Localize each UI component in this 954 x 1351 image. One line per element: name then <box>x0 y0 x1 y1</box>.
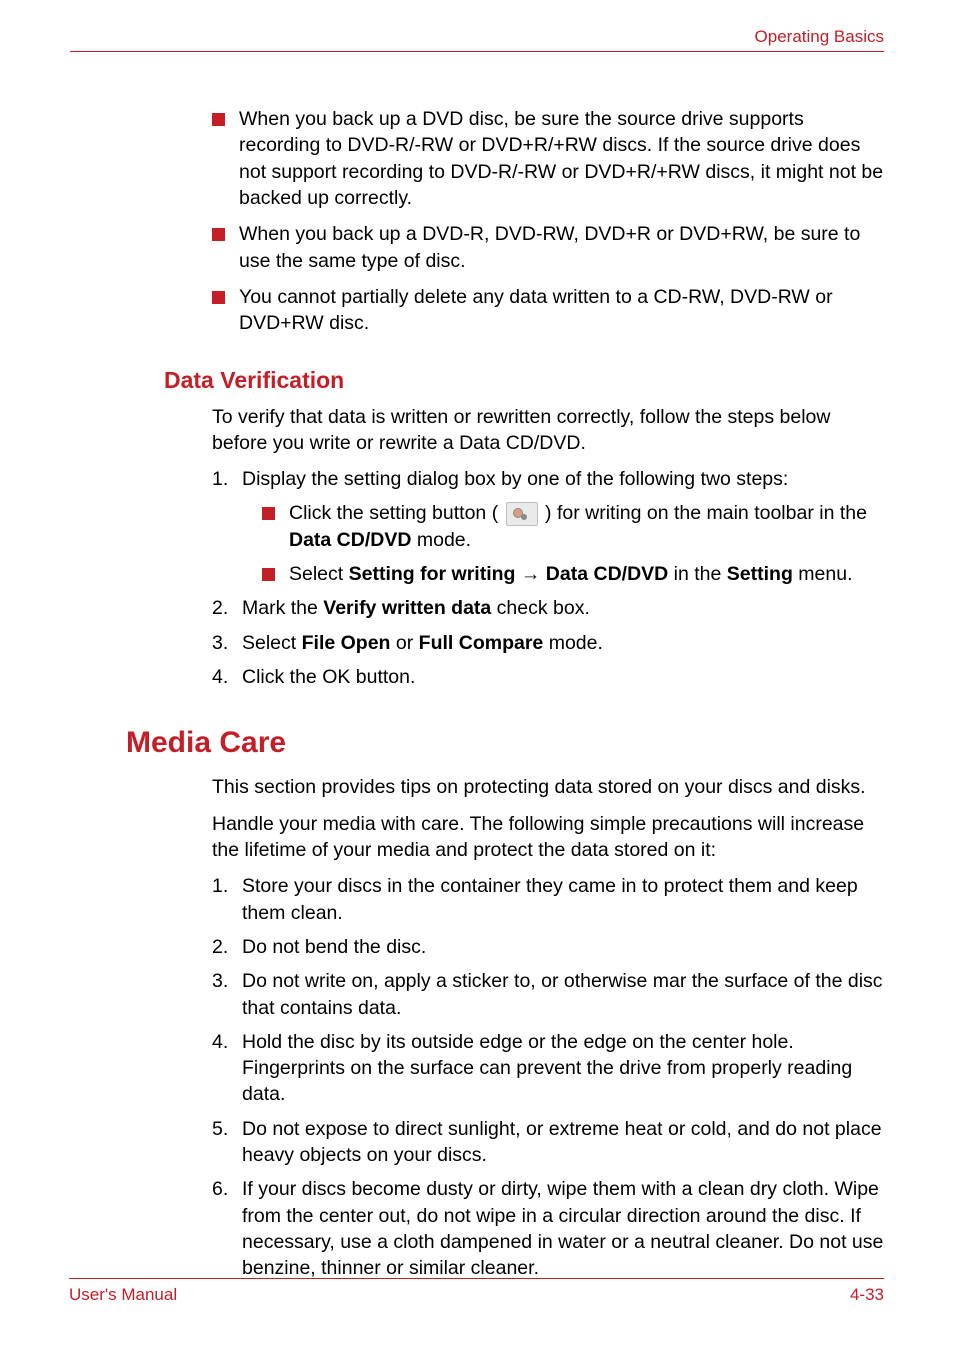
media-care-steps: 1. Store your discs in the container the… <box>212 873 884 1281</box>
sub-bullet-list: Click the setting button ( ) for writing… <box>262 500 884 587</box>
text-fragment: Click the setting button ( <box>289 502 498 524</box>
footer-page-number: 4-33 <box>850 1285 884 1305</box>
text-bold: Data CD/DVD <box>546 563 668 585</box>
data-verification-intro: To verify that data is written or rewrit… <box>212 404 884 457</box>
list-item: 3. Select File Open or Full Compare mode… <box>212 630 884 656</box>
list-item: 2. Mark the Verify written data check bo… <box>212 595 884 621</box>
bullet-icon <box>212 113 225 126</box>
text-fragment: menu. <box>793 563 853 585</box>
list-item: When you back up a DVD-R, DVD-RW, DVD+R … <box>212 221 884 274</box>
header-section-name: Operating Basics <box>755 27 884 47</box>
text-fragment: Select <box>289 563 349 585</box>
data-verification-steps: 1. Display the setting dialog box by one… <box>212 466 884 492</box>
heading-media-care: Media Care <box>126 726 884 760</box>
list-item: 5. Do not expose to direct sunlight, or … <box>212 1116 884 1169</box>
bullet-icon <box>262 507 275 520</box>
list-text: Do not bend the disc. <box>242 934 884 960</box>
list-text: Hold the disc by its outside edge or the… <box>242 1029 884 1108</box>
bullet-text: When you back up a DVD disc, be sure the… <box>239 106 884 211</box>
media-care-p1: This section provides tips on protecting… <box>212 774 884 800</box>
list-number: 1. <box>212 466 242 492</box>
list-number: 6. <box>212 1176 242 1281</box>
list-text: Mark the Verify written data check box. <box>242 595 884 621</box>
data-verification-steps-cont: 2. Mark the Verify written data check bo… <box>212 595 884 690</box>
list-number: 5. <box>212 1116 242 1169</box>
page-header: Operating Basics <box>70 27 884 52</box>
text-fragment: mode. <box>411 529 471 551</box>
list-item: 4. Hold the disc by its outside edge or … <box>212 1029 884 1108</box>
text-bold: Verify written data <box>323 597 491 619</box>
top-bullet-list: When you back up a DVD disc, be sure the… <box>212 106 884 337</box>
list-item: Select Setting for writing → Data CD/DVD… <box>262 561 884 587</box>
arrow-icon: → <box>521 563 541 585</box>
bullet-icon <box>212 291 225 304</box>
list-item: You cannot partially delete any data wri… <box>212 284 884 337</box>
list-number: 3. <box>212 968 242 1021</box>
list-text: If your discs become dusty or dirty, wip… <box>242 1176 884 1281</box>
list-text: Do not write on, apply a sticker to, or … <box>242 968 884 1021</box>
list-item: Click the setting button ( ) for writing… <box>262 500 884 553</box>
bullet-text: When you back up a DVD-R, DVD-RW, DVD+R … <box>239 221 884 274</box>
list-text: Store your discs in the container they c… <box>242 873 884 926</box>
list-item: 2. Do not bend the disc. <box>212 934 884 960</box>
list-item: 4. Click the OK button. <box>212 664 884 690</box>
page-footer: User's Manual 4-33 <box>69 1278 884 1305</box>
text-fragment: ) for writing on the main toolbar in the <box>545 502 867 524</box>
list-text: Do not expose to direct sunlight, or ext… <box>242 1116 884 1169</box>
list-number: 2. <box>212 595 242 621</box>
bullet-text: Click the setting button ( ) for writing… <box>289 500 884 553</box>
text-bold: Setting for writing <box>349 563 516 585</box>
bullet-text: Select Setting for writing → Data CD/DVD… <box>289 561 884 587</box>
bullet-icon <box>212 228 225 241</box>
text-fragment: or <box>390 632 418 654</box>
text-fragment: mode. <box>543 632 603 654</box>
list-number: 4. <box>212 1029 242 1108</box>
list-number: 1. <box>212 873 242 926</box>
bullet-text: You cannot partially delete any data wri… <box>239 284 884 337</box>
heading-data-verification: Data Verification <box>164 367 884 394</box>
text-bold: Data CD/DVD <box>289 529 411 551</box>
setting-button-icon <box>506 502 538 526</box>
text-fragment: in the <box>668 563 727 585</box>
list-item: 3. Do not write on, apply a sticker to, … <box>212 968 884 1021</box>
list-item: 1. Display the setting dialog box by one… <box>212 466 884 492</box>
text-bold: Setting <box>727 563 793 585</box>
list-item: 6. If your discs become dusty or dirty, … <box>212 1176 884 1281</box>
list-text: Click the OK button. <box>242 664 884 690</box>
list-item: 1. Store your discs in the container the… <box>212 873 884 926</box>
list-number: 3. <box>212 630 242 656</box>
text-bold: File Open <box>302 632 391 654</box>
list-text: Select File Open or Full Compare mode. <box>242 630 884 656</box>
text-fragment: Mark the <box>242 597 323 619</box>
footer-left: User's Manual <box>69 1285 177 1305</box>
list-number: 4. <box>212 664 242 690</box>
media-care-p2: Handle your media with care. The followi… <box>212 811 884 864</box>
text-bold: Full Compare <box>419 632 544 654</box>
list-item: When you back up a DVD disc, be sure the… <box>212 106 884 211</box>
bullet-icon <box>262 568 275 581</box>
list-text: Display the setting dialog box by one of… <box>242 466 884 492</box>
text-fragment: Select <box>242 632 302 654</box>
list-number: 2. <box>212 934 242 960</box>
text-fragment: check box. <box>491 597 590 619</box>
